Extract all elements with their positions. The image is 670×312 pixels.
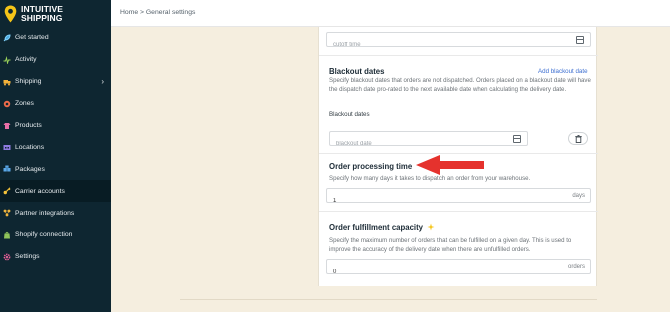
page-bottom-divider bbox=[180, 299, 597, 300]
sidebar-item-label: Carrier accounts bbox=[15, 187, 65, 195]
sidebar-item-label: Activity bbox=[15, 56, 37, 64]
sidebar-item-get-started[interactable]: Get started bbox=[0, 27, 111, 49]
blackout-date-input[interactable] bbox=[330, 137, 527, 151]
orders-suffix: orders bbox=[567, 264, 585, 270]
brand-logo[interactable]: INTUITIVE SHIPPING bbox=[4, 3, 63, 25]
brand-line-2: SHIPPING bbox=[21, 13, 63, 23]
order-fulfillment-capacity-title: Order fulfillment capacity bbox=[329, 223, 435, 232]
sidebar-item-shopify-connection[interactable]: Shopify connection bbox=[0, 224, 111, 246]
activity-icon bbox=[3, 55, 11, 64]
processing-days-field[interactable]: days bbox=[326, 188, 591, 208]
map-pin-logo-icon bbox=[4, 5, 17, 23]
top-bar: Home > General settings bbox=[111, 0, 670, 27]
sidebar-item-label: Products bbox=[15, 122, 42, 129]
calendar-icon[interactable] bbox=[513, 135, 521, 143]
locations-icon bbox=[3, 143, 11, 151]
fulfillment-orders-field[interactable]: orders bbox=[326, 259, 591, 279]
sidebar-item-zones[interactable]: Zones bbox=[0, 93, 111, 115]
sidebar-item-locations[interactable]: Locations bbox=[0, 136, 111, 158]
annotation-arrow-icon bbox=[416, 155, 484, 175]
integrations-icon bbox=[3, 209, 11, 217]
section-divider bbox=[319, 211, 598, 212]
sidebar-item-products[interactable]: Products bbox=[0, 115, 111, 137]
processing-days-input[interactable] bbox=[327, 194, 590, 208]
fulfillment-orders-input[interactable] bbox=[327, 265, 590, 279]
breadcrumb[interactable]: Home > General settings bbox=[120, 9, 195, 16]
blackout-dates-label: Blackout dates bbox=[329, 111, 370, 118]
calendar-icon[interactable] bbox=[576, 36, 584, 44]
sidebar-item-packages[interactable]: Packages bbox=[0, 158, 111, 180]
gear-icon bbox=[3, 253, 11, 261]
sidebar-item-carrier-accounts[interactable]: Carrier accounts bbox=[0, 180, 111, 203]
sidebar-item-label: Shipping bbox=[15, 78, 42, 86]
delete-blackout-date-button[interactable] bbox=[568, 132, 588, 145]
sidebar-item-label: Zones bbox=[15, 100, 34, 108]
sidebar-item-shipping[interactable]: Shipping › bbox=[0, 71, 111, 93]
order-processing-time-title: Order processing time bbox=[329, 162, 413, 171]
sidebar-nav: Get started Activity Shipping › Zones Pr… bbox=[0, 27, 111, 268]
sidebar: INTUITIVE SHIPPING Get started Activity … bbox=[0, 0, 111, 312]
chevron-right-icon: › bbox=[101, 77, 104, 87]
sidebar-item-settings[interactable]: Settings bbox=[0, 246, 111, 268]
sidebar-item-label: Packages bbox=[15, 165, 45, 173]
order-processing-time-description: Specify how many days it takes to dispat… bbox=[329, 175, 531, 182]
sidebar-item-label: Partner integrations bbox=[15, 209, 75, 217]
sidebar-item-label: Settings bbox=[15, 253, 40, 261]
brand-name: INTUITIVE SHIPPING bbox=[21, 5, 63, 23]
trash-icon bbox=[574, 134, 582, 143]
days-suffix: days bbox=[572, 193, 585, 199]
blackout-dates-title: Blackout dates bbox=[329, 67, 385, 76]
shipping-icon bbox=[3, 78, 11, 86]
rocket-icon bbox=[3, 34, 11, 42]
cutoff-time-field[interactable] bbox=[326, 32, 591, 52]
sparkle-icon bbox=[427, 223, 435, 231]
sidebar-item-partner-integrations[interactable]: Partner integrations bbox=[0, 202, 111, 224]
sidebar-item-activity[interactable]: Activity bbox=[0, 49, 111, 71]
blackout-dates-description: Specify blackout dates that orders are n… bbox=[329, 77, 591, 93]
packages-icon bbox=[3, 165, 11, 173]
sidebar-item-label: Locations bbox=[15, 143, 45, 151]
shopify-icon bbox=[3, 231, 11, 239]
order-fulfillment-capacity-title-text: Order fulfillment capacity bbox=[329, 223, 424, 232]
zones-icon bbox=[3, 100, 11, 108]
sidebar-item-label: Shopify connection bbox=[15, 231, 73, 239]
sidebar-item-label: Get started bbox=[15, 34, 49, 42]
add-blackout-date-link[interactable]: Add blackout date bbox=[538, 68, 588, 75]
key-icon bbox=[3, 187, 11, 195]
blackout-date-field[interactable] bbox=[329, 131, 528, 151]
section-divider bbox=[319, 55, 598, 56]
cutoff-time-input[interactable] bbox=[327, 38, 590, 52]
products-icon bbox=[3, 122, 11, 130]
order-fulfillment-capacity-description: Specify the maximum number of orders tha… bbox=[329, 237, 572, 253]
